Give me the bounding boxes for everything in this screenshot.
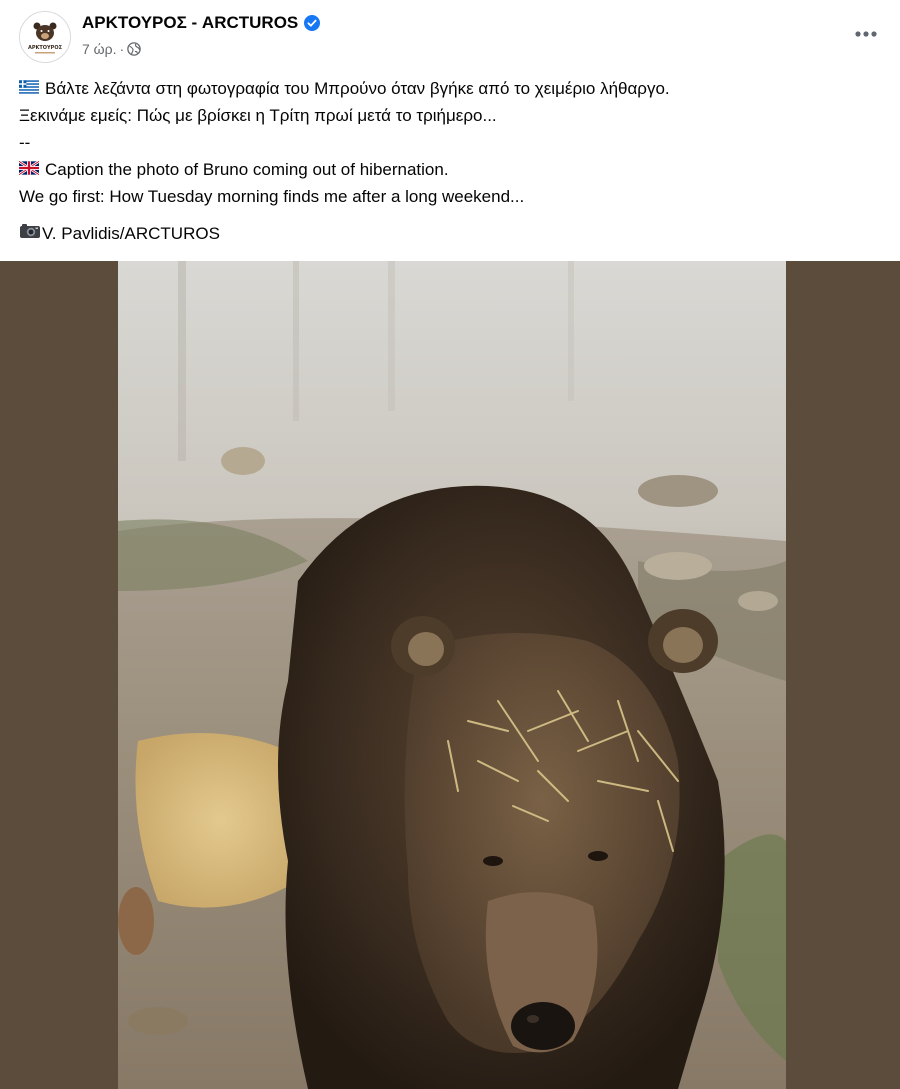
caption-line-english-2: We go first: How Tuesday morning finds m… xyxy=(19,183,879,210)
caption-line-english-1: Caption the photo of Bruno coming out of… xyxy=(18,156,879,183)
caption-text: Caption the photo of Bruno coming out of… xyxy=(45,160,449,179)
post-caption: Βάλτε λεζάντα στη φωτογραφία του Μπρούνο… xyxy=(18,75,879,247)
arcturos-logo: ΑΡΚΤΟΥΡΟΣ xyxy=(20,12,70,62)
bear-photo-illustration xyxy=(118,261,786,1089)
facebook-post: ΑΡΚΤΟΥΡΟΣ ΑΡΚΤΟΥΡΟΣ - ARCTUROS 7 ώρ. · Β… xyxy=(0,0,900,1089)
caption-text: Ξεκινάμε εμείς: Πώς με βρίσκει η Τρίτη π… xyxy=(19,106,497,125)
caption-divider: -- xyxy=(19,129,879,156)
page-avatar[interactable]: ΑΡΚΤΟΥΡΟΣ xyxy=(19,11,71,63)
caption-line-greek-2: Ξεκινάμε εμείς: Πώς με βρίσκει η Τρίτη π… xyxy=(19,102,879,129)
meta-separator: · xyxy=(119,41,125,57)
caption-line-greek-1: Βάλτε λεζάντα στη φωτογραφία του Μπρούνο… xyxy=(19,75,879,102)
more-options-button[interactable] xyxy=(848,16,884,52)
verified-badge-icon xyxy=(304,15,321,31)
photo-credit: V. Pavlidis/ARCTUROS xyxy=(19,220,879,247)
globe-icon[interactable] xyxy=(127,42,141,56)
post-meta: 7 ώρ. · xyxy=(82,41,141,57)
svg-text:ΑΡΚΤΟΥΡΟΣ: ΑΡΚΤΟΥΡΟΣ xyxy=(28,45,63,51)
caption-text: -- xyxy=(19,133,31,152)
caption-text: We go first: How Tuesday morning finds m… xyxy=(19,187,525,206)
post-header: ΑΡΚΤΟΥΡΟΣ ΑΡΚΤΟΥΡΟΣ - ARCTUROS 7 ώρ. · xyxy=(0,0,900,70)
post-photo-container[interactable] xyxy=(0,261,900,1089)
more-options-icon xyxy=(855,31,877,37)
bear-photo[interactable] xyxy=(118,261,786,1089)
camera-icon xyxy=(19,220,41,247)
caption-text: V. Pavlidis/ARCTUROS xyxy=(42,224,220,243)
page-name-row: ΑΡΚΤΟΥΡΟΣ - ARCTUROS xyxy=(82,13,321,33)
greek-flag-icon xyxy=(19,75,39,102)
caption-text: Βάλτε λεζάντα στη φωτογραφία του Μπρούνο… xyxy=(45,79,670,98)
page-name-link[interactable]: ΑΡΚΤΟΥΡΟΣ - ARCTUROS xyxy=(82,13,298,33)
uk-flag-icon xyxy=(18,156,40,183)
post-timestamp-link[interactable]: 7 ώρ. xyxy=(82,41,116,57)
